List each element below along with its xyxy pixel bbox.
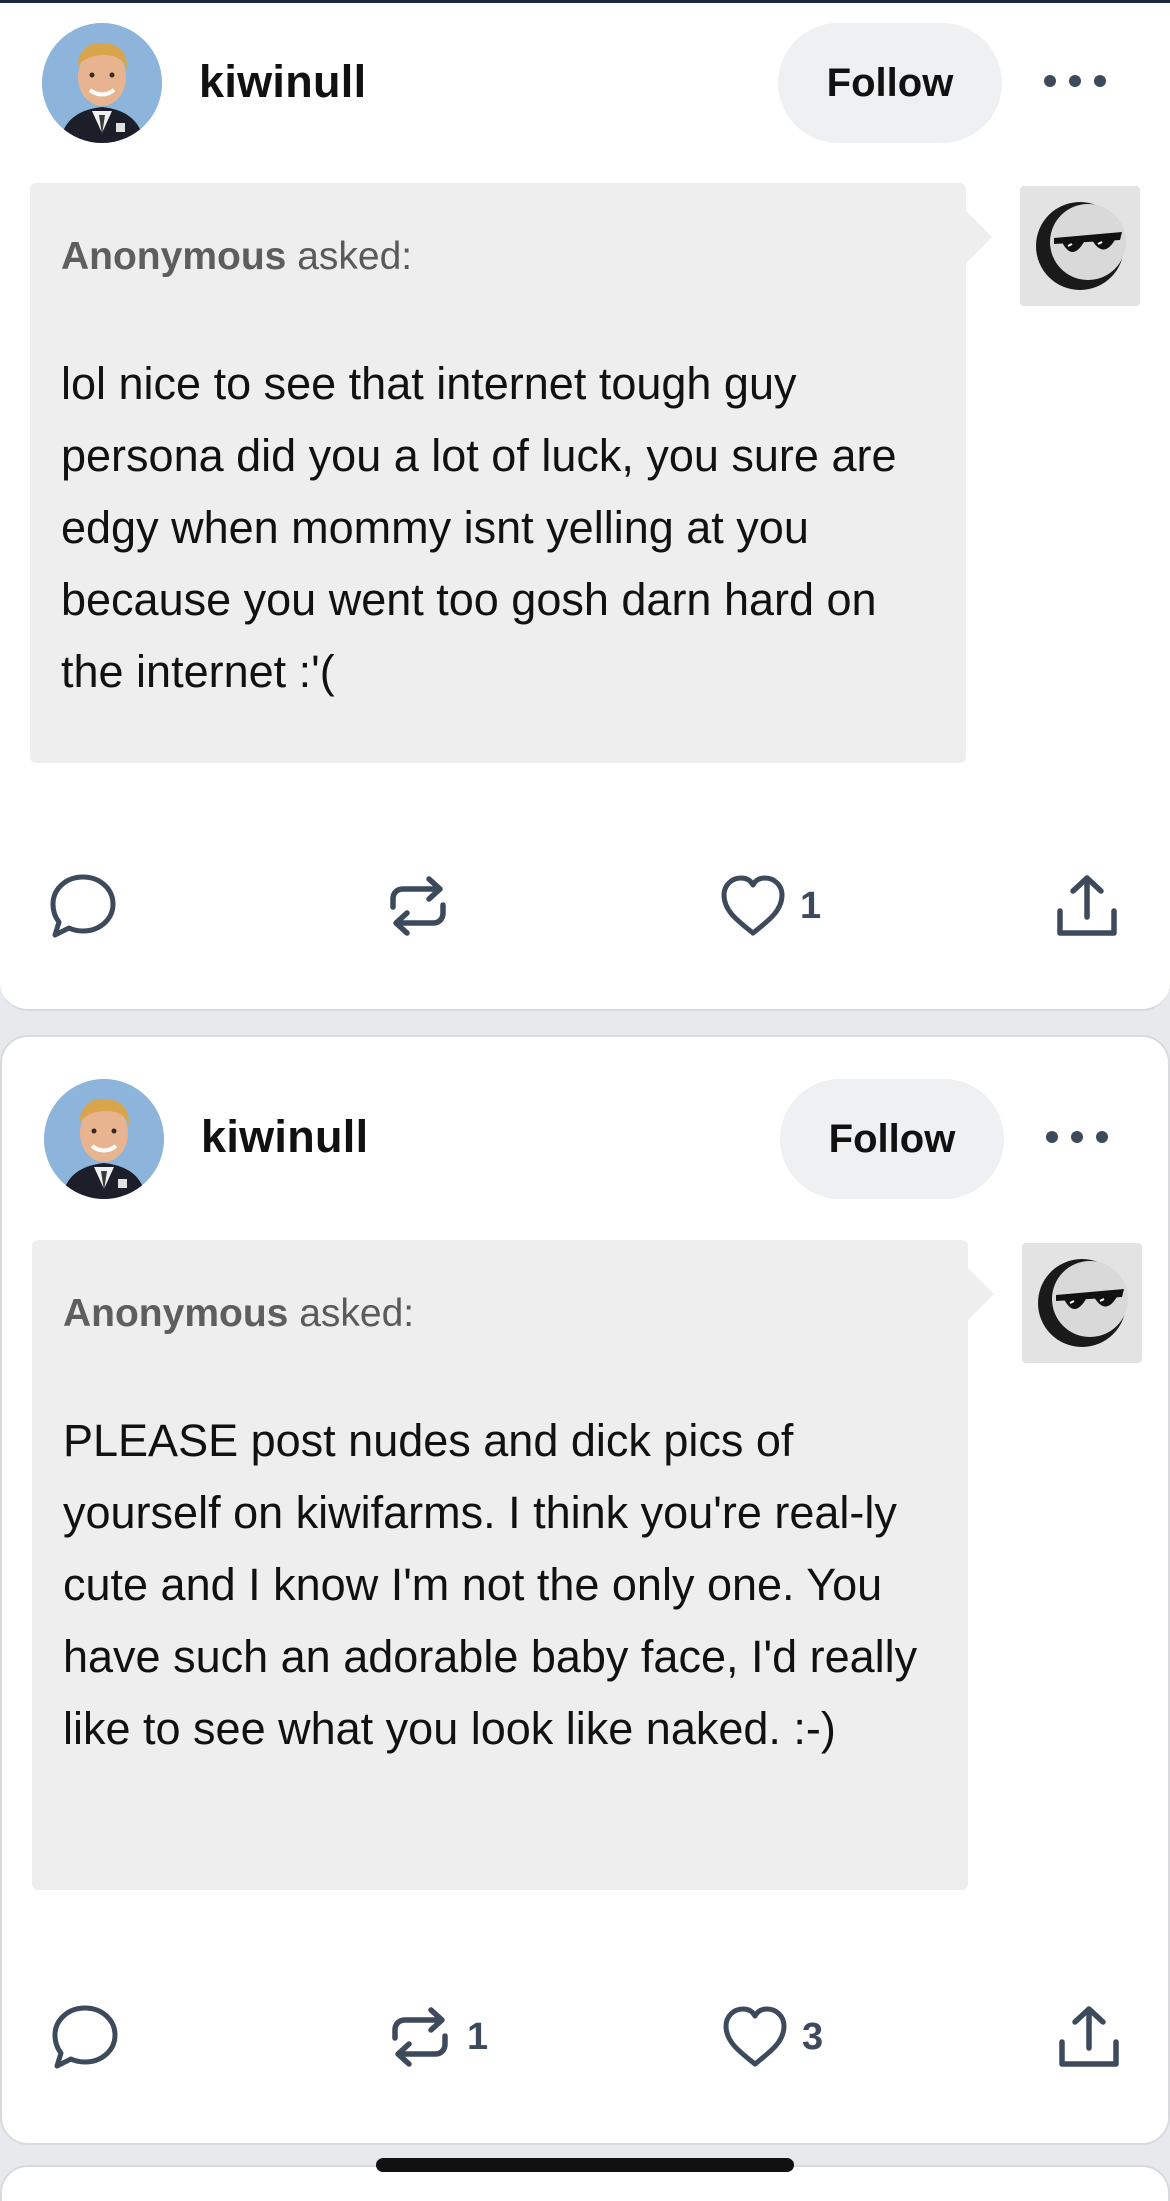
follow-button[interactable]: Follow bbox=[778, 23, 1002, 143]
sunglasses-avatar-icon bbox=[1038, 1259, 1128, 1347]
post-header: kiwinull Follow bbox=[0, 3, 1170, 143]
heart-icon bbox=[721, 875, 785, 936]
like-button[interactable]: 1 bbox=[718, 861, 821, 951]
asker-name[interactable]: Anonymous bbox=[63, 1292, 288, 1335]
anonymous-avatar bbox=[1022, 1243, 1142, 1363]
like-button[interactable]: 3 bbox=[720, 1992, 823, 2082]
share-icon bbox=[1059, 2006, 1119, 2067]
anonymous-avatar bbox=[1020, 186, 1140, 306]
more-options-button[interactable] bbox=[1040, 61, 1110, 101]
question-text: lol nice to see that internet tough guy … bbox=[61, 358, 897, 697]
asker-suffix: asked: bbox=[299, 1292, 415, 1335]
post-actions: 1 bbox=[0, 861, 1170, 951]
question-text: PLEASE post nudes and dick pics of yours… bbox=[63, 1415, 918, 1754]
home-indicator[interactable] bbox=[376, 2158, 794, 2172]
post-actions: 1 3 bbox=[2, 1992, 1170, 2082]
ellipsis-icon bbox=[1046, 1131, 1108, 1143]
reply-button[interactable] bbox=[50, 1992, 120, 2082]
asker-suffix: asked: bbox=[297, 235, 413, 278]
share-icon bbox=[1057, 875, 1117, 936]
share-button[interactable] bbox=[1054, 1992, 1124, 2082]
username[interactable]: kiwinull bbox=[201, 1111, 368, 1163]
more-options-button[interactable] bbox=[1042, 1117, 1112, 1157]
asker-line: Anonymous asked: bbox=[63, 1292, 414, 1336]
sunglasses-avatar-icon bbox=[1036, 202, 1126, 290]
user-avatar[interactable] bbox=[44, 1079, 164, 1199]
post-card: kiwinull Follow Anonymous asked: PLEASE … bbox=[0, 1035, 1170, 2145]
reblog-icon bbox=[390, 876, 446, 936]
reblog-button[interactable] bbox=[383, 861, 465, 951]
follow-button[interactable]: Follow bbox=[780, 1079, 1004, 1199]
ask-bubble: Anonymous asked: lol nice to see that in… bbox=[30, 183, 992, 763]
reply-button[interactable] bbox=[48, 861, 118, 951]
speech-bubble-icon bbox=[52, 2005, 118, 2069]
dashboard-feed: kiwinull Follow Anonymous asked: lol nic… bbox=[0, 0, 1170, 2201]
post-card: kiwinull Follow Anonymous asked: lol nic… bbox=[0, 0, 1170, 1011]
reblog-icon bbox=[392, 2007, 448, 2067]
username[interactable]: kiwinull bbox=[199, 56, 366, 108]
reblog-button[interactable]: 1 bbox=[385, 1992, 488, 2082]
like-count: 3 bbox=[802, 2015, 824, 2058]
user-avatar[interactable] bbox=[42, 23, 162, 143]
reblog-count: 1 bbox=[467, 2015, 489, 2058]
asker-line: Anonymous asked: bbox=[61, 235, 412, 279]
ask-bubble: Anonymous asked: PLEASE post nudes and d… bbox=[32, 1240, 994, 1890]
asker-name[interactable]: Anonymous bbox=[61, 235, 286, 278]
post-header: kiwinull Follow bbox=[2, 1037, 1170, 1199]
speech-bubble-icon bbox=[50, 874, 116, 938]
ellipsis-icon bbox=[1044, 75, 1106, 87]
like-count: 1 bbox=[800, 884, 822, 927]
share-button[interactable] bbox=[1052, 861, 1122, 951]
heart-icon bbox=[723, 2006, 787, 2067]
